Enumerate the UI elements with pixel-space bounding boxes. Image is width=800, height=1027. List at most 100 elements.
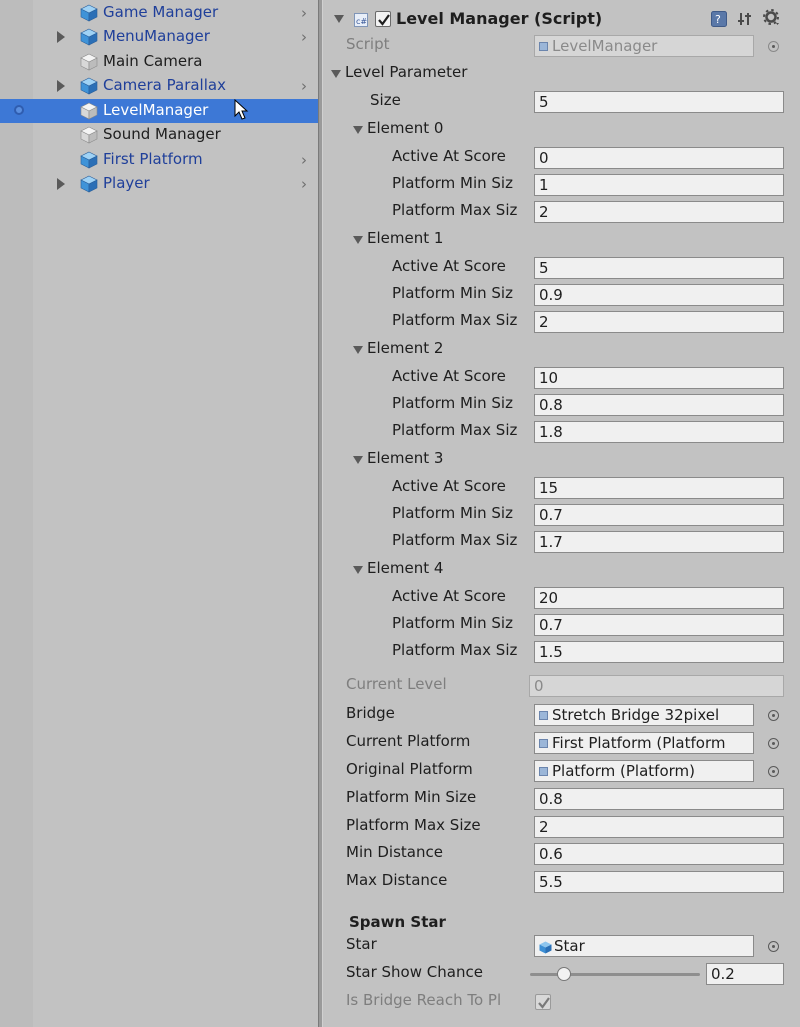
element-active-at-score-label: Active At Score bbox=[392, 147, 506, 165]
component-enabled-checkbox[interactable] bbox=[375, 11, 391, 27]
element-foldout-icon[interactable] bbox=[353, 566, 363, 574]
element-label: Element 0 bbox=[367, 119, 444, 137]
original-platform-value: Platform (Platform) bbox=[552, 762, 695, 780]
element-platform-min-size-input[interactable]: 0.7 bbox=[534, 504, 784, 526]
min-distance-row: Min Distance 0.6 bbox=[323, 840, 800, 868]
element-platform-min-size-input[interactable]: 0.8 bbox=[534, 394, 784, 416]
element-platform-max-size-label: Platform Max Siz bbox=[392, 641, 518, 659]
max-distance-input[interactable]: 5.5 bbox=[534, 871, 784, 893]
element-foldout-row[interactable]: Element 1 bbox=[323, 226, 800, 254]
component-title: Level Manager (Script) bbox=[396, 9, 603, 28]
hierarchy-item[interactable]: Main Camera bbox=[0, 50, 318, 74]
original-platform-row: Original Platform Platform (Platform) bbox=[323, 757, 800, 785]
spawn-star-header: Spawn Star bbox=[349, 913, 446, 931]
hierarchy-item-label: Camera Parallax bbox=[103, 76, 226, 94]
element-label: Element 4 bbox=[367, 559, 444, 577]
element-active-at-score-row: Active At Score 0 bbox=[323, 144, 800, 172]
hierarchy-item[interactable]: Game Manager › bbox=[0, 1, 318, 25]
element-foldout-row[interactable]: Element 2 bbox=[323, 336, 800, 364]
component-foldout-icon[interactable] bbox=[334, 15, 344, 23]
element-active-at-score-input[interactable]: 5 bbox=[534, 257, 784, 279]
min-distance-input[interactable]: 0.6 bbox=[534, 843, 784, 865]
star-show-chance-label: Star Show Chance bbox=[346, 963, 483, 981]
star-field[interactable]: Star bbox=[534, 935, 754, 957]
open-prefab-chevron-icon[interactable]: › bbox=[301, 4, 307, 22]
element-label: Element 2 bbox=[367, 339, 444, 357]
hierarchy-panel: Game Manager › MenuManager › Main Camera Came… bbox=[0, 0, 318, 1027]
level-parameter-foldout-icon[interactable] bbox=[331, 70, 341, 78]
bridge-field[interactable]: Stretch Bridge 32pixel bbox=[534, 704, 754, 726]
size-input[interactable]: 5 bbox=[534, 91, 784, 113]
element-platform-max-size-input[interactable]: 2 bbox=[534, 311, 784, 333]
current-platform-picker-icon[interactable] bbox=[768, 738, 779, 749]
component-header: c# Level Manager (Script) ? bbox=[323, 4, 800, 32]
script-value: LevelManager bbox=[552, 37, 658, 55]
element-platform-min-size-row: Platform Min Siz 0.8 bbox=[323, 391, 800, 419]
element-foldout-icon[interactable] bbox=[353, 126, 363, 134]
element-foldout-icon[interactable] bbox=[353, 456, 363, 464]
element-active-at-score-row: Active At Score 10 bbox=[323, 364, 800, 392]
element-label: Element 1 bbox=[367, 229, 444, 247]
open-prefab-chevron-icon[interactable]: › bbox=[301, 77, 307, 95]
star-show-chance-slider-thumb[interactable] bbox=[557, 967, 571, 981]
visibility-icon[interactable] bbox=[14, 105, 24, 115]
preset-icon[interactable] bbox=[737, 11, 753, 27]
element-platform-min-size-label: Platform Min Siz bbox=[392, 504, 513, 522]
hierarchy-item[interactable]: LevelManager bbox=[0, 99, 318, 123]
element-foldout-icon[interactable] bbox=[353, 346, 363, 354]
star-show-chance-slider-track[interactable] bbox=[530, 973, 700, 976]
star-value: Star bbox=[554, 937, 585, 955]
current-platform-row: Current Platform First Platform (Platfor… bbox=[323, 729, 800, 757]
element-active-at-score-label: Active At Score bbox=[392, 477, 506, 495]
bridge-row: Bridge Stretch Bridge 32pixel bbox=[323, 701, 800, 729]
hierarchy-item[interactable]: Camera Parallax › bbox=[0, 74, 318, 98]
element-platform-max-size-input[interactable]: 1.8 bbox=[534, 421, 784, 443]
expand-arrow-icon[interactable] bbox=[57, 80, 65, 92]
expand-arrow-icon[interactable] bbox=[57, 178, 65, 190]
script-row: Script LevelManager bbox=[323, 32, 800, 60]
current-platform-field[interactable]: First Platform (Platform bbox=[534, 732, 754, 754]
expand-arrow-icon[interactable] bbox=[57, 31, 65, 43]
level-parameter-row[interactable]: Level Parameter bbox=[323, 60, 800, 88]
element-platform-min-size-input[interactable]: 1 bbox=[534, 174, 784, 196]
element-platform-min-size-row: Platform Min Siz 0.7 bbox=[323, 611, 800, 639]
hierarchy-item[interactable]: Sound Manager bbox=[0, 123, 318, 147]
star-picker-icon[interactable] bbox=[768, 941, 779, 952]
element-active-at-score-input[interactable]: 20 bbox=[534, 587, 784, 609]
gear-icon[interactable] bbox=[763, 9, 781, 27]
element-platform-max-size-input[interactable]: 1.5 bbox=[534, 641, 784, 663]
original-platform-picker-icon[interactable] bbox=[768, 766, 779, 777]
star-show-chance-input[interactable]: 0.2 bbox=[706, 963, 784, 985]
platform-min-size-input[interactable]: 0.8 bbox=[534, 788, 784, 810]
element-foldout-row[interactable]: Element 4 bbox=[323, 556, 800, 584]
element-platform-min-size-label: Platform Min Siz bbox=[392, 174, 513, 192]
bridge-picker-icon[interactable] bbox=[768, 710, 779, 721]
element-active-at-score-row: Active At Score 5 bbox=[323, 254, 800, 282]
level-parameter-label: Level Parameter bbox=[345, 63, 468, 81]
element-active-at-score-input[interactable]: 15 bbox=[534, 477, 784, 499]
hierarchy-item[interactable]: MenuManager › bbox=[0, 25, 318, 49]
gameobject-cube-icon bbox=[80, 126, 98, 144]
element-platform-max-size-input[interactable]: 1.7 bbox=[534, 531, 784, 553]
element-foldout-row[interactable]: Element 0 bbox=[323, 116, 800, 144]
element-active-at-score-input[interactable]: 10 bbox=[534, 367, 784, 389]
platform-max-size-input[interactable]: 2 bbox=[534, 816, 784, 838]
help-icon[interactable]: ? bbox=[711, 11, 727, 27]
prefab-cube-icon bbox=[80, 77, 98, 95]
element-platform-min-size-input[interactable]: 0.9 bbox=[534, 284, 784, 306]
min-distance-label: Min Distance bbox=[346, 843, 443, 861]
element-active-at-score-input[interactable]: 0 bbox=[534, 147, 784, 169]
open-prefab-chevron-icon[interactable]: › bbox=[301, 175, 307, 193]
element-foldout-row[interactable]: Element 3 bbox=[323, 446, 800, 474]
original-platform-field[interactable]: Platform (Platform) bbox=[534, 760, 754, 782]
open-prefab-chevron-icon[interactable]: › bbox=[301, 28, 307, 46]
script-picker-icon bbox=[768, 41, 779, 52]
element-platform-max-size-row: Platform Max Siz 2 bbox=[323, 308, 800, 336]
hierarchy-item[interactable]: First Platform › bbox=[0, 148, 318, 172]
original-platform-object-icon bbox=[539, 767, 548, 776]
element-platform-max-size-input[interactable]: 2 bbox=[534, 201, 784, 223]
element-foldout-icon[interactable] bbox=[353, 236, 363, 244]
open-prefab-chevron-icon[interactable]: › bbox=[301, 151, 307, 169]
hierarchy-item[interactable]: Player › bbox=[0, 172, 318, 196]
element-platform-min-size-input[interactable]: 0.7 bbox=[534, 614, 784, 636]
